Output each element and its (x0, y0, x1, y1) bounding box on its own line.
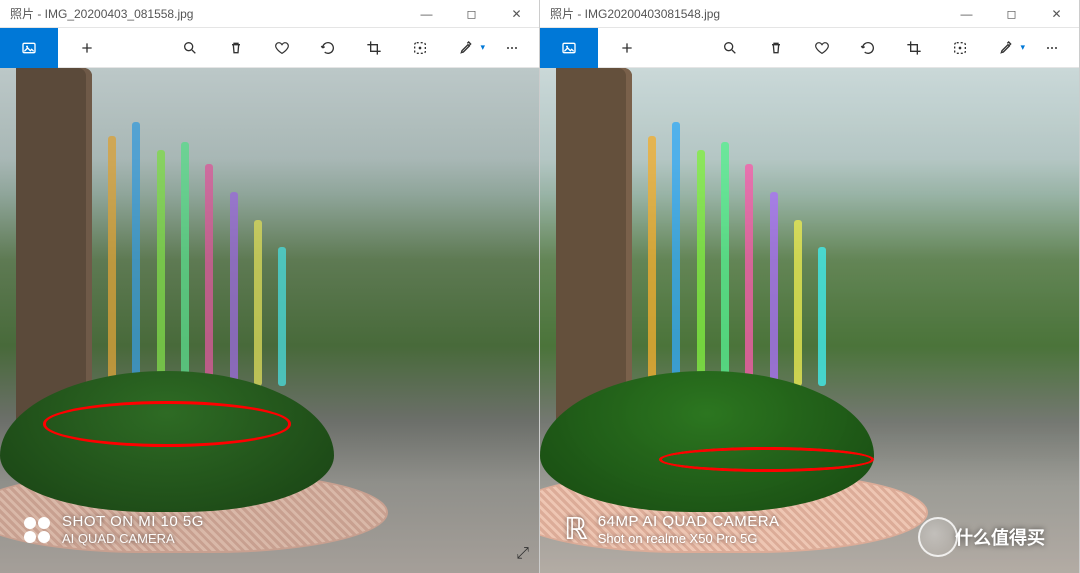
edit-icon (458, 40, 474, 56)
image-viewport[interactable]: ℝ 64MP AI QUAD CAMERA Shot on realme X50… (540, 68, 1079, 573)
annotation-ellipse (659, 447, 875, 472)
crop-button[interactable] (891, 28, 937, 68)
zoom-icon (182, 40, 198, 56)
edit-button[interactable]: ▾ (983, 28, 1029, 68)
delete-icon (228, 40, 244, 56)
delete-button[interactable] (213, 28, 259, 68)
watermark-line1: 64MP AI QUAD CAMERA (598, 513, 780, 531)
chevron-down-icon: ▾ (1020, 42, 1025, 53)
delete-icon (768, 40, 784, 56)
rotate-button[interactable] (845, 28, 891, 68)
color-poles (108, 108, 518, 386)
site-badge: 什么值得买 (940, 519, 1060, 555)
titlebar[interactable]: 照片 - IMG20200403081548.jpg — ◻ ✕ (540, 0, 1079, 28)
face-button[interactable] (397, 28, 443, 68)
close-button[interactable]: ✕ (494, 0, 539, 28)
more-icon (504, 40, 520, 56)
favorite-button[interactable] (799, 28, 845, 68)
zoom-button[interactable] (167, 28, 213, 68)
watermark-line2: AI QUAD CAMERA (62, 531, 204, 547)
zoom-icon (722, 40, 738, 56)
photos-window-left: 照片 - IMG_20200403_081558.jpg — ◻ ✕ ▾ (0, 0, 540, 573)
more-icon (1044, 40, 1060, 56)
color-poles (648, 108, 1058, 386)
favorite-button[interactable] (259, 28, 305, 68)
close-button[interactable]: ✕ (1034, 0, 1079, 28)
crop-button[interactable] (351, 28, 397, 68)
chevron-down-icon: ▾ (480, 42, 485, 53)
minimize-button[interactable]: — (944, 0, 989, 28)
image-viewport[interactable]: SHOT ON MI 10 5G AI QUAD CAMERA ⤢ (0, 68, 539, 573)
add-button[interactable] (598, 28, 656, 68)
face-button[interactable] (937, 28, 983, 68)
collection-button[interactable] (0, 28, 58, 68)
crop-icon (906, 40, 922, 56)
watermark-line1: SHOT ON MI 10 5G (62, 513, 204, 531)
image-icon (561, 40, 577, 56)
delete-button[interactable] (753, 28, 799, 68)
edit-icon (998, 40, 1014, 56)
window-title: 照片 - IMG_20200403_081558.jpg (10, 5, 193, 22)
more-button[interactable] (489, 28, 535, 68)
face-icon (412, 40, 428, 56)
rotate-icon (860, 40, 876, 56)
window-controls: — ◻ ✕ (404, 0, 539, 28)
favorite-icon (274, 40, 290, 56)
plus-icon (619, 40, 635, 56)
edit-button[interactable]: ▾ (443, 28, 489, 68)
crop-icon (366, 40, 382, 56)
minimize-button[interactable]: — (404, 0, 449, 28)
favorite-icon (814, 40, 830, 56)
collection-button[interactable] (540, 28, 598, 68)
toolbar: ▾ (0, 28, 539, 68)
image-icon (21, 40, 37, 56)
titlebar[interactable]: 照片 - IMG_20200403_081558.jpg — ◻ ✕ (0, 0, 539, 28)
window-title: 照片 - IMG20200403081548.jpg (550, 5, 720, 22)
plus-icon (79, 40, 95, 56)
fullscreen-button[interactable]: ⤢ (516, 545, 529, 563)
photos-window-right: 照片 - IMG20200403081548.jpg — ◻ ✕ ▾ (540, 0, 1080, 573)
add-button[interactable] (58, 28, 116, 68)
photo-image: SHOT ON MI 10 5G AI QUAD CAMERA (0, 68, 539, 573)
zoom-button[interactable] (707, 28, 753, 68)
rotate-icon (320, 40, 336, 56)
maximize-button[interactable]: ◻ (449, 0, 494, 28)
watermark-line2: Shot on realme X50 Pro 5G (598, 531, 780, 547)
watermark: SHOT ON MI 10 5G AI QUAD CAMERA (24, 513, 204, 547)
watermark: ℝ 64MP AI QUAD CAMERA Shot on realme X50… (564, 513, 780, 547)
window-controls: — ◻ ✕ (944, 0, 1079, 28)
toolbar: ▾ (540, 28, 1079, 68)
maximize-button[interactable]: ◻ (989, 0, 1034, 28)
rotate-button[interactable] (305, 28, 351, 68)
face-icon (952, 40, 968, 56)
watermark-logo-icon (24, 517, 52, 543)
watermark-logo-icon: ℝ (564, 515, 588, 545)
annotation-ellipse (43, 401, 291, 446)
more-button[interactable] (1029, 28, 1075, 68)
photo-image: ℝ 64MP AI QUAD CAMERA Shot on realme X50… (540, 68, 1079, 573)
